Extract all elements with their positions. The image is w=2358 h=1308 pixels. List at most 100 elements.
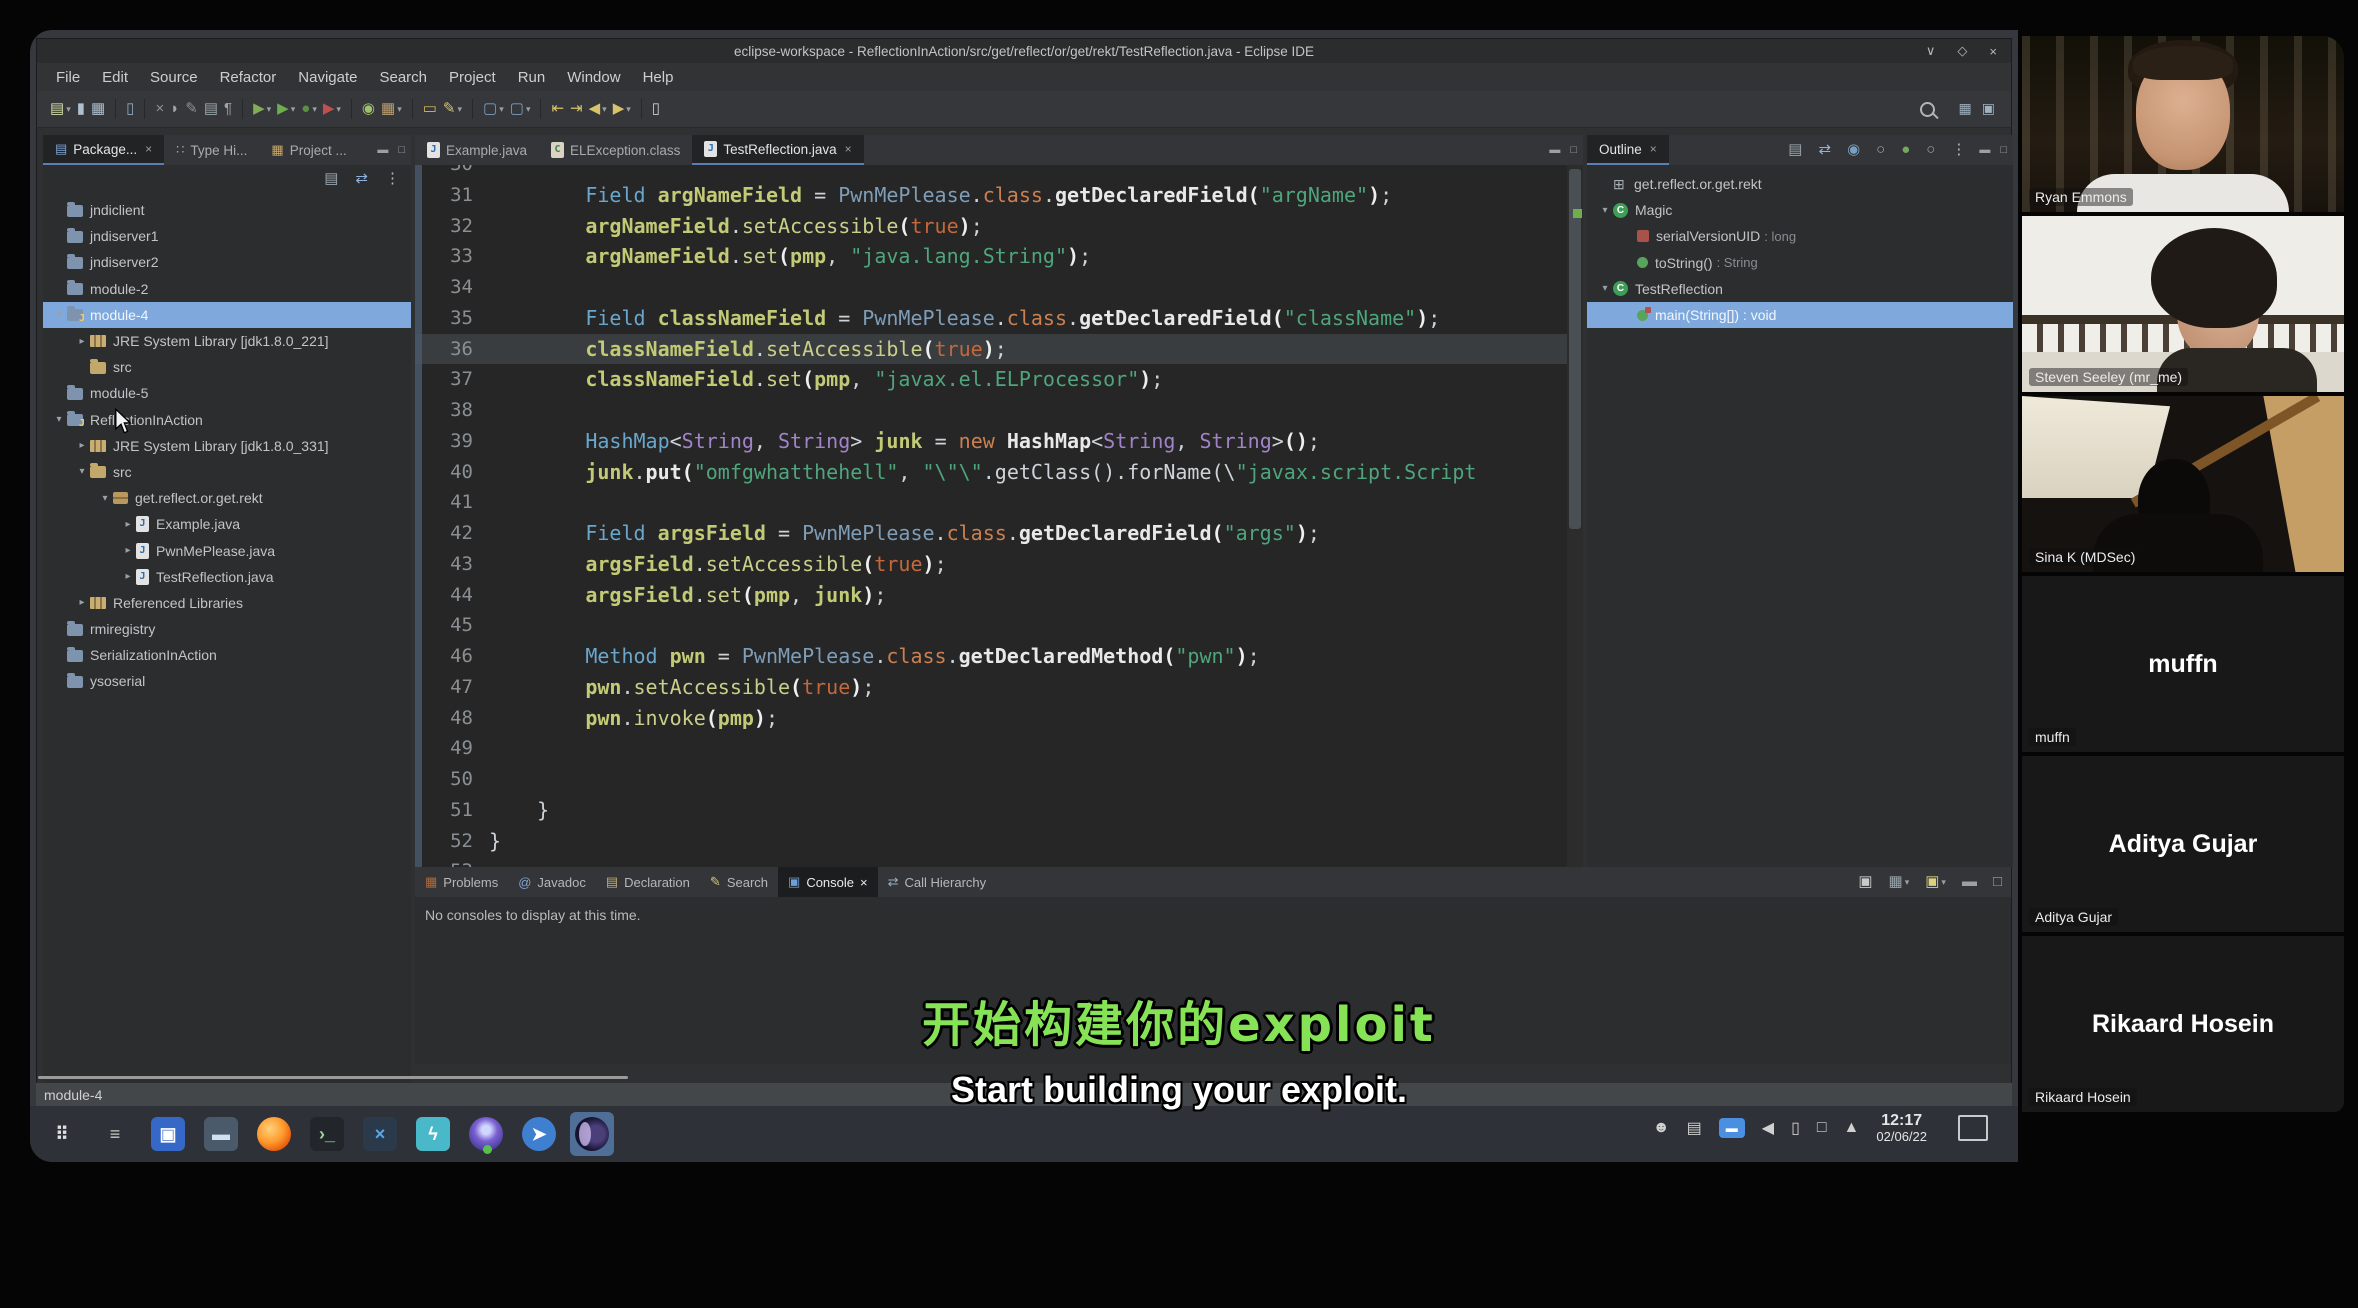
terminate-button[interactable]: × [155, 97, 164, 121]
maximize-button[interactable]: □ [1993, 870, 2002, 894]
save-button[interactable]: ▮ [77, 97, 85, 121]
tree-item-module-4[interactable]: ▾module-4 [43, 302, 411, 328]
minimize-button[interactable]: ▬ [1549, 144, 1560, 156]
minimize-button[interactable]: ▬ [377, 144, 388, 156]
outline-item-get-reflect-or-get-rekt[interactable]: ⊞get.reflect.or.get.rekt [1587, 171, 2013, 197]
dropdown-caret-icon[interactable]: ▾ [626, 104, 631, 115]
pin-editor-button[interactable]: ▢▾ [483, 97, 504, 121]
code-line-48[interactable]: 48 pwn.invoke(pmp); [415, 703, 1567, 734]
code-line-32[interactable]: 32 argNameField.setAccessible(true); [415, 211, 1567, 242]
dropdown-caret-icon[interactable]: ▾ [458, 104, 463, 115]
dropdown-caret-icon[interactable]: ▾ [267, 104, 272, 115]
code-line-41[interactable]: 41 [415, 487, 1567, 518]
dropdown-caret-icon[interactable]: ▾ [336, 104, 341, 115]
new-console-button[interactable]: ▣▾ [1925, 870, 1946, 894]
power-tool-button[interactable]: ϟ [411, 1112, 455, 1156]
tree-item-example-java[interactable]: ▸Example.java [43, 511, 411, 537]
outline-item-testreflection[interactable]: ▾TestReflection [1587, 276, 2013, 302]
horizontal-scrollbar[interactable] [38, 1076, 628, 1079]
menu-edit[interactable]: Edit [91, 69, 139, 86]
code-line-49[interactable]: 49 [415, 733, 1567, 764]
tree-item-pwnmeplease-java[interactable]: ▸PwnMePlease.java [43, 537, 411, 563]
maximize-button[interactable]: ◇ [1957, 43, 1967, 59]
tab-project[interactable]: ▦Project ... [259, 135, 358, 165]
menu-file[interactable]: File [45, 69, 91, 86]
files-button[interactable]: ▬ [199, 1112, 243, 1156]
tree-item-ysoserial[interactable]: ysoserial [43, 668, 411, 694]
open-element-button[interactable]: ✎▾ [443, 97, 462, 121]
participant-ryan-emmons[interactable]: Ryan Emmons [2022, 36, 2344, 212]
search-icon[interactable] [1920, 102, 1935, 117]
code-line-36[interactable]: 36 classNameField.setAccessible(true); [415, 334, 1567, 365]
show-desktop-button[interactable] [1958, 1115, 1988, 1141]
menu-window[interactable]: Window [556, 69, 631, 86]
display-icon[interactable]: □ [1817, 1119, 1827, 1137]
volume-icon[interactable]: ◀ [1762, 1118, 1774, 1138]
editor-tab-example-java[interactable]: Example.java [415, 135, 539, 165]
preferences-button[interactable]: ≡ [93, 1112, 137, 1156]
chevron-down-icon[interactable]: ▾ [97, 493, 113, 504]
coverage-button[interactable]: ▶▾ [323, 97, 341, 121]
menu-source[interactable]: Source [139, 69, 209, 86]
tree-item-jndiclient[interactable]: jndiclient [43, 197, 411, 223]
code-line-46[interactable]: 46 Method pwn = PwnMePlease.class.getDec… [415, 641, 1567, 672]
editor-scrollbar[interactable] [1567, 165, 1583, 867]
software-store-button[interactable]: ▣ [146, 1112, 190, 1156]
debug-last-button[interactable]: ▶▾ [253, 97, 271, 121]
tree-item-serializationinaction[interactable]: SerializationInAction [43, 642, 411, 668]
minimize-button[interactable]: ∨ [1926, 43, 1936, 59]
minimize-button[interactable]: ▬ [1979, 144, 1990, 156]
eclipse-button[interactable] [570, 1112, 614, 1156]
editor-tab-testreflection-java[interactable]: TestReflection.java× [692, 135, 863, 165]
tree-item-referenced-libraries[interactable]: ▸Referenced Libraries [43, 590, 411, 616]
participant-steven-seeley-mr-me[interactable]: Steven Seeley (mr_me) [2022, 216, 2344, 392]
participant-muffn[interactable]: muffnmuffn [2022, 576, 2344, 752]
tree-item-src[interactable]: ▾src [43, 459, 411, 485]
code-line-42[interactable]: 42 Field argsField = PwnMePlease.class.g… [415, 518, 1567, 549]
print-button[interactable]: ▯ [126, 97, 134, 121]
dropdown-caret-icon[interactable]: ▾ [1905, 877, 1910, 888]
mark-occurrences-button[interactable]: ¶ [224, 97, 232, 121]
tree-item-rmiregistry[interactable]: rmiregistry [43, 616, 411, 642]
chevron-right-icon[interactable]: ▸ [120, 545, 136, 556]
terminal-button[interactable]: ›_ [305, 1112, 349, 1156]
menu-run[interactable]: Run [507, 69, 557, 86]
console-tab-declaration[interactable]: ▤Declaration [596, 867, 700, 897]
chevron-down-icon[interactable]: ▾ [1597, 283, 1613, 294]
maximize-button[interactable]: □ [2000, 144, 2007, 156]
menu-search[interactable]: Search [368, 69, 438, 86]
tab-outline[interactable]: Outline× [1587, 135, 1669, 165]
dropdown-caret-icon[interactable]: ▾ [291, 104, 296, 115]
outline-item-serialversionuid[interactable]: serialVersionUID: long [1587, 223, 2013, 249]
chevron-down-icon[interactable]: ▾ [1597, 205, 1613, 216]
forward-button[interactable]: ▶▾ [613, 97, 631, 121]
code-line-50[interactable]: 50 [415, 764, 1567, 795]
new-wizard-button[interactable]: ▤▾ [50, 97, 71, 121]
participant-aditya-gujar[interactable]: Aditya GujarAditya Gujar [2022, 756, 2344, 932]
link-editor-button[interactable]: ▢▾ [510, 97, 531, 121]
save-all-button[interactable]: ▦ [91, 97, 105, 121]
dropdown-caret-icon[interactable]: ▾ [499, 104, 504, 115]
dropdown-caret-icon[interactable]: ▾ [312, 104, 317, 115]
console-tab-call-hierarchy[interactable]: ⇄Call Hierarchy [878, 867, 997, 897]
hide-non-public-button[interactable]: ○ [1926, 138, 1935, 162]
console-tab-console[interactable]: ▣Console× [778, 867, 878, 897]
tree-item-jre-system-library-jdk1-8-0-331[interactable]: ▸JRE System Library [jdk1.8.0_331] [43, 433, 411, 459]
feedback-button[interactable]: ◗ [170, 97, 179, 121]
tab-type-hi[interactable]: ∷Type Hi... [164, 135, 259, 165]
code-line-43[interactable]: 43 argsField.setAccessible(true); [415, 549, 1567, 580]
code-line-34[interactable]: 34 [415, 272, 1567, 303]
book-button[interactable]: ▤ [204, 97, 218, 121]
chevron-right-icon[interactable]: ▸ [74, 336, 90, 347]
link-with-editor-button[interactable]: ⇄ [355, 167, 368, 191]
console-tab-javadoc[interactable]: @Javadoc [508, 867, 596, 897]
new-package-button[interactable]: ▦▾ [381, 97, 402, 121]
code-line-33[interactable]: 33 argNameField.set(pmp, "java.lang.Stri… [415, 241, 1567, 272]
editor-scrollbar-thumb[interactable] [1569, 169, 1581, 529]
menu-refactor[interactable]: Refactor [209, 69, 288, 86]
app-grid-button[interactable]: ⠿ [40, 1112, 84, 1156]
code-line-30[interactable]: 30 [415, 165, 1567, 180]
tree-item-src[interactable]: src [43, 354, 411, 380]
tree-item-get-reflect-or-get-rekt[interactable]: ▾get.reflect.or.get.rekt [43, 485, 411, 511]
dropdown-caret-icon[interactable]: ▾ [1941, 877, 1946, 888]
